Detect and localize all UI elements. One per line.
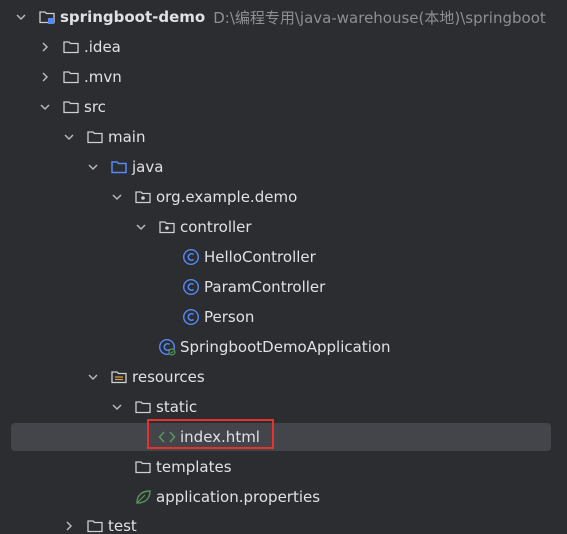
tree-item-label: templates — [156, 458, 232, 476]
project-tree: springboot-demo D:\编程专用\java-warehouse(本… — [0, 0, 567, 534]
folder-icon — [62, 68, 80, 86]
tree-item-label: HelloController — [204, 248, 316, 266]
tree-item-static[interactable]: static — [0, 392, 567, 422]
folder-icon — [134, 398, 152, 416]
folder-icon — [62, 98, 80, 116]
tree-item-app-properties[interactable]: application.properties — [0, 482, 567, 512]
project-path: D:\编程专用\java-warehouse(本地)\springboot — [213, 8, 546, 27]
folder-icon — [134, 458, 152, 476]
tree-item-label: SpringbootDemoApplication — [180, 338, 391, 356]
source-folder-icon — [110, 158, 128, 176]
tree-item-label: ParamController — [204, 278, 326, 296]
tree-item-src[interactable]: src — [0, 92, 567, 122]
tree-item-label: java — [132, 158, 164, 176]
chevron-right-icon[interactable] — [38, 40, 52, 54]
tree-item-label: resources — [132, 368, 205, 386]
tree-item-controller[interactable]: controller — [0, 212, 567, 242]
project-name: springboot-demo — [60, 8, 206, 26]
tree-item-label: Person — [204, 308, 255, 326]
tree-item-package[interactable]: org.example.demo — [0, 182, 567, 212]
tree-item-label: index.html — [180, 428, 260, 446]
tree-item-mvn[interactable]: .mvn — [0, 62, 567, 92]
tree-item-main[interactable]: main — [0, 122, 567, 152]
tree-item-label: static — [156, 398, 198, 416]
chevron-down-icon[interactable] — [38, 100, 52, 114]
tree-item-resources[interactable]: resources — [0, 362, 567, 392]
package-icon — [158, 218, 176, 236]
tree-item-person[interactable]: Person — [0, 302, 567, 332]
tree-item-param-controller[interactable]: ParamController — [0, 272, 567, 302]
tree-item-label: application.properties — [156, 488, 321, 506]
chevron-down-icon[interactable] — [110, 400, 124, 414]
chevron-right-icon[interactable] — [62, 519, 76, 533]
chevron-right-icon[interactable] — [38, 70, 52, 84]
tree-item-label: test — [108, 517, 137, 534]
java-class-icon — [182, 308, 200, 326]
html-file-icon — [158, 428, 176, 446]
tree-item-test[interactable]: test — [0, 511, 567, 534]
folder-icon — [86, 517, 104, 534]
chevron-down-icon[interactable] — [86, 370, 100, 384]
folder-icon — [62, 38, 80, 56]
tree-item-project-root[interactable]: springboot-demo D:\编程专用\java-warehouse(本… — [0, 2, 567, 32]
resources-folder-icon — [110, 368, 128, 386]
module-folder-icon — [38, 8, 56, 26]
package-icon — [134, 188, 152, 206]
java-class-icon — [182, 278, 200, 296]
spring-leaf-icon — [134, 488, 152, 506]
tree-item-label: .idea — [84, 38, 121, 56]
tree-item-templates[interactable]: templates — [0, 452, 567, 482]
chevron-down-icon[interactable] — [134, 220, 148, 234]
tree-item-label: main — [108, 128, 146, 146]
tree-item-label: controller — [180, 218, 252, 236]
tree-item-label: .mvn — [84, 68, 122, 86]
tree-item-label: org.example.demo — [156, 188, 298, 206]
java-class-icon — [182, 248, 200, 266]
tree-item-index-html[interactable]: index.html — [0, 422, 567, 452]
folder-icon — [86, 128, 104, 146]
tree-item-app-class[interactable]: SpringbootDemoApplication — [0, 332, 567, 362]
tree-item-label: src — [84, 98, 106, 116]
tree-item-idea[interactable]: .idea — [0, 32, 567, 62]
spring-boot-class-icon — [158, 338, 176, 356]
chevron-down-icon[interactable] — [110, 190, 124, 204]
chevron-down-icon[interactable] — [86, 160, 100, 174]
tree-item-java[interactable]: java — [0, 152, 567, 182]
tree-item-hello-controller[interactable]: HelloController — [0, 242, 567, 272]
chevron-down-icon[interactable] — [14, 10, 28, 24]
chevron-down-icon[interactable] — [62, 130, 76, 144]
